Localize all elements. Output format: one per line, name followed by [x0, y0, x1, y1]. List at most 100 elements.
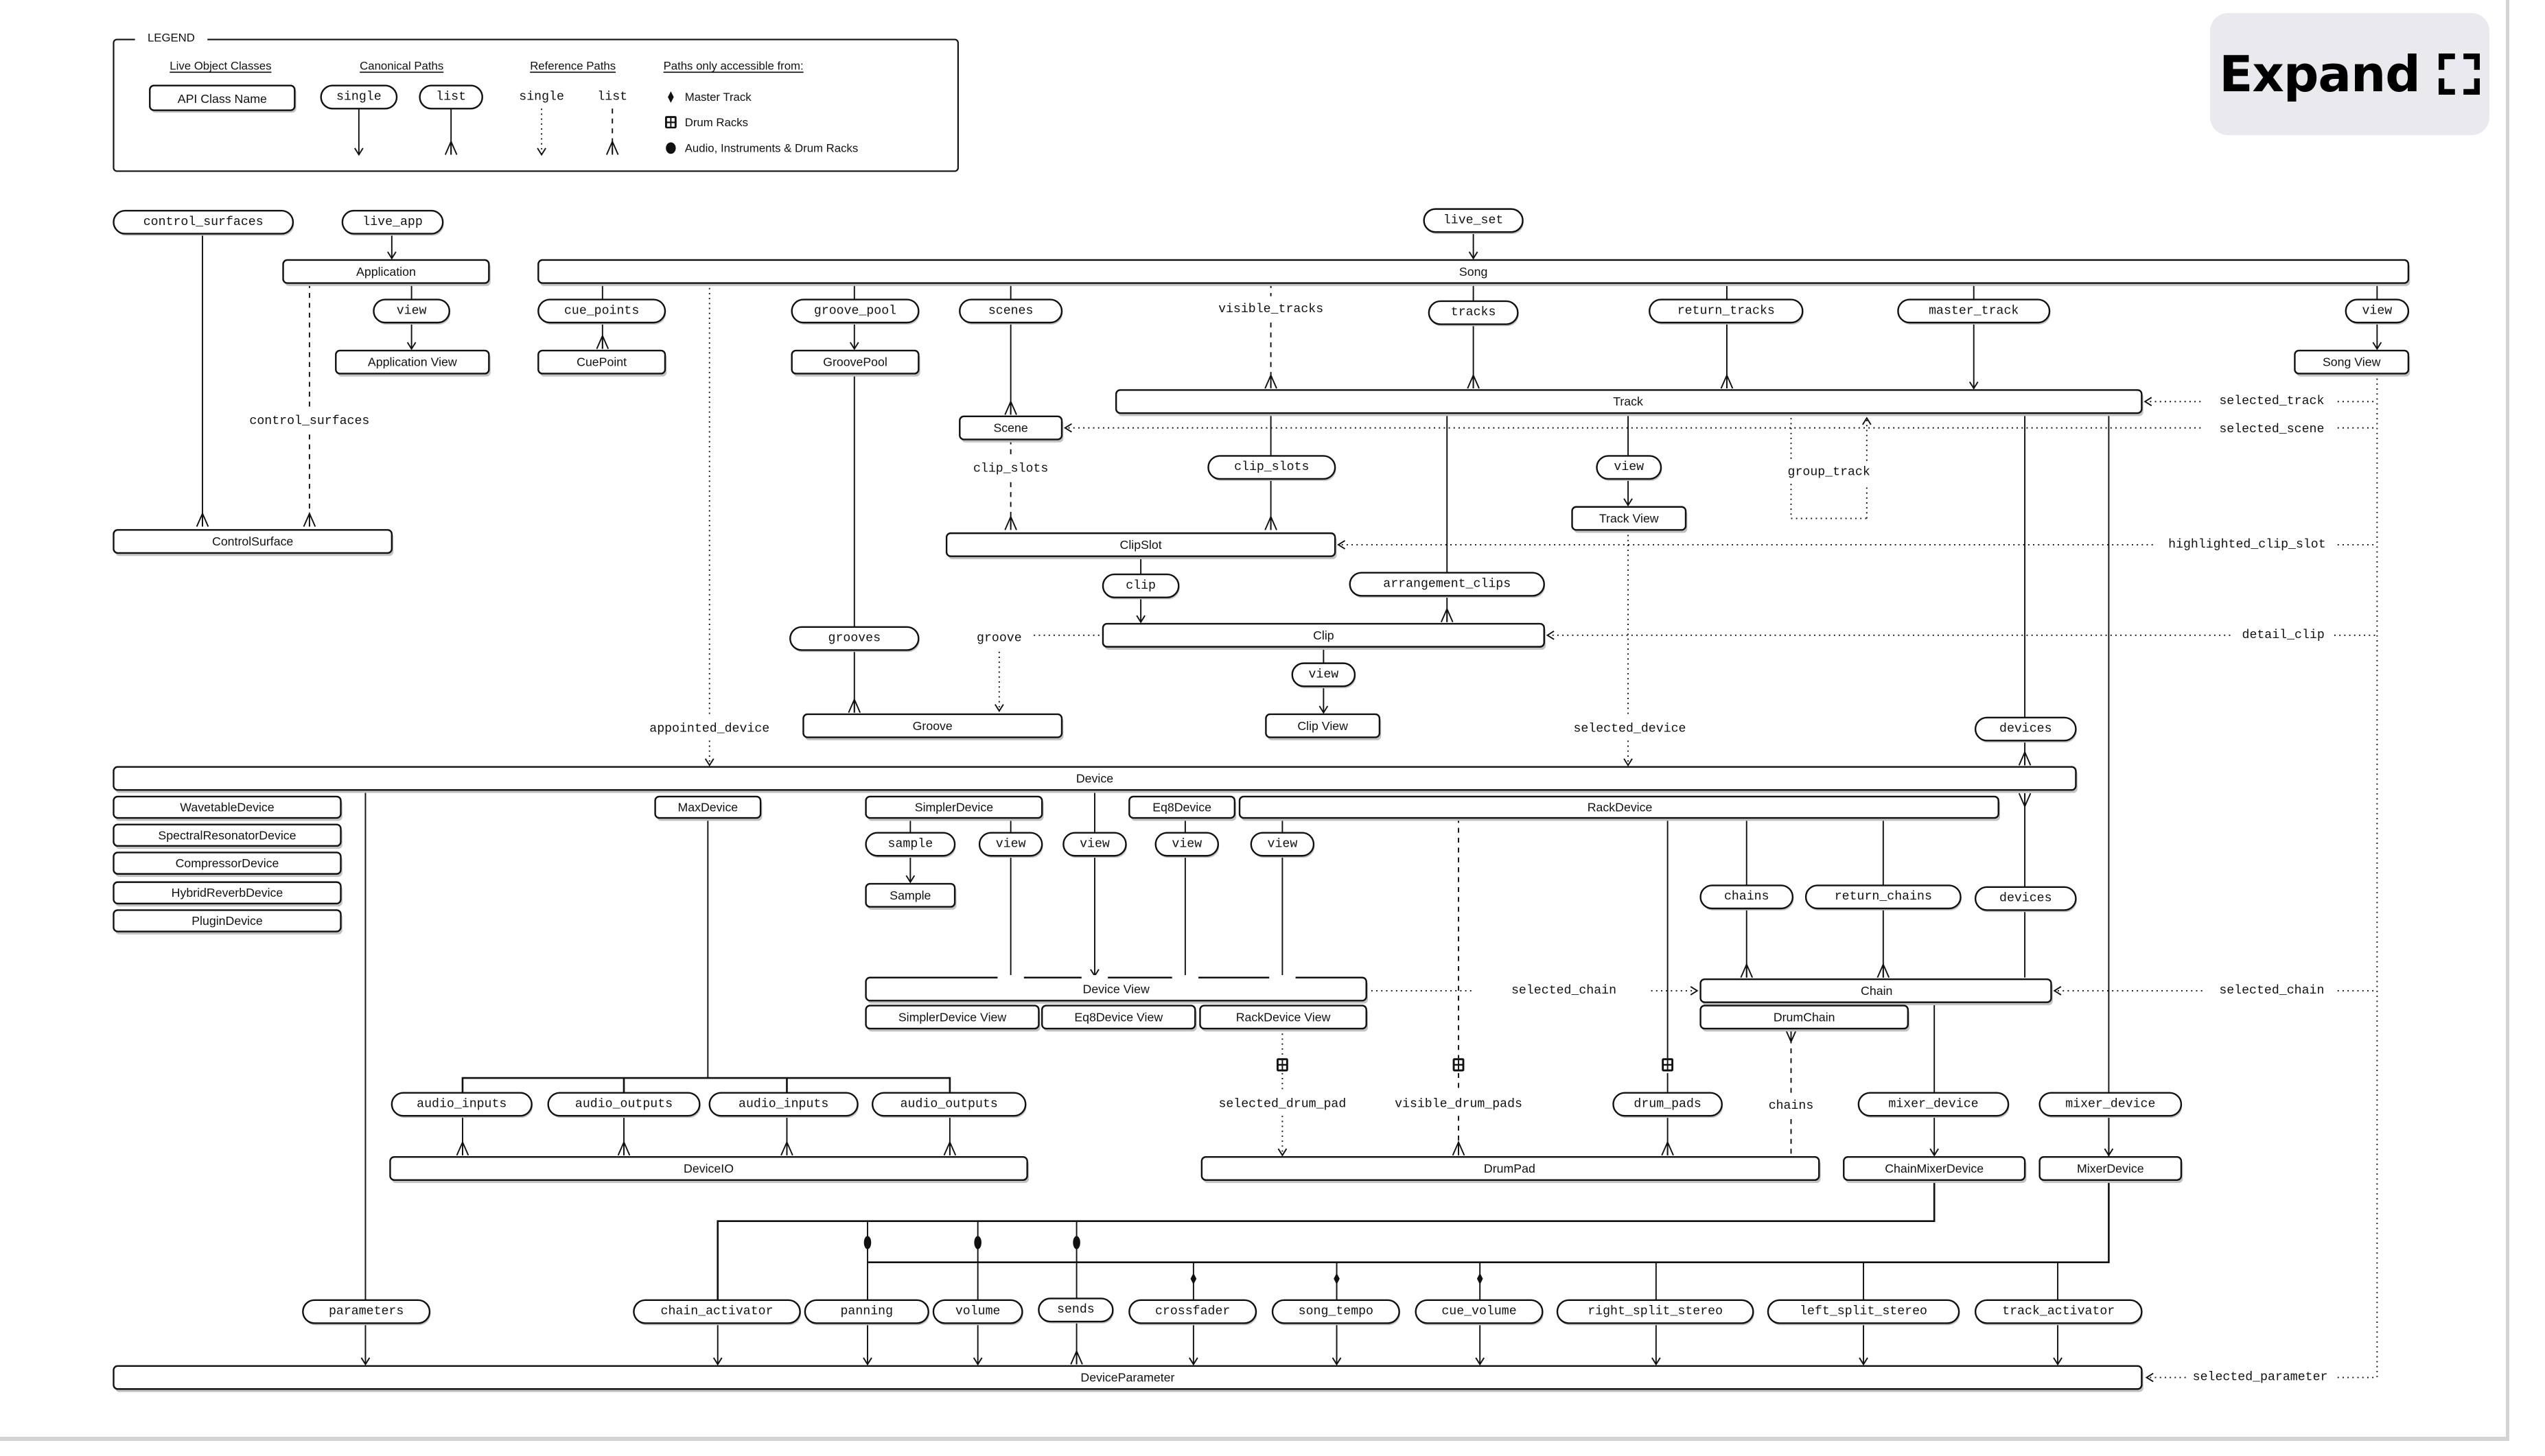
class-clip-slot[interactable]: ClipSlot [945, 532, 1337, 560]
class-label: RackDevice View [1236, 1010, 1331, 1024]
property-master-track[interactable]: master_track [1897, 298, 2051, 325]
property-track-devices[interactable]: devices [1974, 716, 2077, 743]
class-device-view[interactable]: Device View [865, 976, 1369, 1004]
class-device[interactable]: Device [113, 766, 2078, 793]
property-panning[interactable]: panning [804, 1299, 930, 1326]
class-clip-view[interactable]: Clip View [1265, 713, 1382, 740]
arrow-list-icon [1467, 373, 1480, 389]
master-track-diamond-icon [1476, 1273, 1483, 1285]
property-left-split-stereo[interactable]: left_split_stereo [1767, 1299, 1960, 1326]
property-arrangement-clips[interactable]: arrangement_clips [1349, 572, 1546, 598]
class-device-io[interactable]: DeviceIO [389, 1155, 1030, 1184]
property-label: audio_outputs [575, 1097, 673, 1111]
property-sample[interactable]: sample [865, 832, 956, 858]
class-groove-pool[interactable]: GroovePool [791, 349, 920, 377]
property-volume[interactable]: volume [932, 1299, 1023, 1326]
property-live-app[interactable]: live_app [341, 209, 444, 236]
property-rack-view[interactable]: view [1250, 832, 1315, 858]
property-track-clip-slots[interactable]: clip_slots [1207, 455, 1336, 481]
class-application[interactable]: Application [282, 259, 491, 286]
class-plugin-device[interactable]: PluginDevice [113, 909, 342, 935]
property-audio-outputs-1[interactable]: audio_outputs [547, 1092, 701, 1118]
class-drum-chain[interactable]: DrumChain [1699, 1005, 1910, 1032]
class-groove[interactable]: Groove [802, 713, 1064, 740]
property-label: sends [1057, 1303, 1095, 1317]
class-label: Track [1613, 395, 1643, 408]
property-audio-outputs-2[interactable]: audio_outputs [871, 1092, 1027, 1118]
class-wavetable-device[interactable]: WavetableDevice [113, 795, 342, 821]
property-audio-inputs-1[interactable]: audio_inputs [391, 1092, 533, 1118]
class-simpler-device[interactable]: SimplerDevice [865, 795, 1044, 821]
class-song[interactable]: Song [537, 259, 2410, 286]
property-cue-points[interactable]: cue_points [537, 298, 666, 325]
property-drum-pads[interactable]: drum_pads [1612, 1092, 1723, 1118]
class-control-surface[interactable]: ControlSurface [113, 529, 394, 556]
property-crossfader[interactable]: crossfader [1128, 1299, 1257, 1326]
class-song-view[interactable]: Song View [2294, 349, 2410, 377]
property-simpler-view[interactable]: view [978, 832, 1043, 858]
class-label: MaxDevice [677, 800, 738, 814]
class-eq8-device[interactable]: Eq8Device [1128, 795, 1237, 821]
class-cue-point[interactable]: CuePoint [537, 349, 667, 377]
class-label: Eq8Device [1152, 800, 1211, 814]
class-track-view[interactable]: Track View [1571, 506, 1688, 533]
class-label: CompressorDevice [176, 856, 279, 870]
property-chains[interactable]: chains [1699, 884, 1794, 911]
property-track-view[interactable]: view [1596, 455, 1662, 481]
class-compressor-device[interactable]: CompressorDevice [113, 852, 342, 877]
property-control-surfaces[interactable]: control_surfaces [113, 209, 294, 236]
property-scenes[interactable]: scenes [959, 298, 1063, 325]
class-drum-pad[interactable]: DrumPad [1200, 1155, 1821, 1184]
class-application-view[interactable]: Application View [335, 349, 491, 377]
class-label: ControlSurface [212, 535, 293, 548]
class-chain[interactable]: Chain [1699, 978, 2053, 1006]
property-return-tracks[interactable]: return_tracks [1649, 298, 1804, 325]
class-track[interactable]: Track [1115, 389, 2143, 416]
class-device-parameter[interactable]: DeviceParameter [113, 1365, 2143, 1392]
property-track-activator[interactable]: track_activator [1974, 1299, 2143, 1326]
property-label: groove_pool [814, 304, 896, 318]
property-chain-devices[interactable]: devices [1974, 886, 2077, 913]
arrow-list-icon [1070, 1349, 1083, 1365]
property-sends[interactable]: sends [1038, 1298, 1114, 1324]
property-eq8-view[interactable]: view [1154, 832, 1220, 858]
property-groove-pool[interactable]: groove_pool [791, 298, 920, 325]
property-app-view[interactable]: view [373, 298, 451, 325]
class-label: ChainMixerDevice [1885, 1162, 1984, 1175]
property-parameters[interactable]: parameters [302, 1299, 431, 1326]
property-device-view[interactable]: view [1062, 832, 1127, 858]
class-spectral-resonator-device[interactable]: SpectralResonatorDevice [113, 823, 342, 849]
property-song-tempo[interactable]: song_tempo [1271, 1299, 1401, 1326]
property-live-set[interactable]: live_set [1423, 208, 1524, 235]
class-hybrid-reverb-device[interactable]: HybridReverbDevice [113, 881, 342, 907]
class-simpler-device-view[interactable]: SimplerDevice View [865, 1005, 1041, 1032]
arrow-list-icon [1440, 607, 1454, 623]
class-eq8-device-view[interactable]: Eq8Device View [1041, 1005, 1197, 1032]
class-rack-device-view[interactable]: RackDevice View [1199, 1005, 1369, 1032]
property-clip[interactable]: clip [1102, 573, 1180, 600]
property-track-mixer-device[interactable]: mixer_device [2038, 1092, 2183, 1118]
property-return-chains[interactable]: return_chains [1804, 884, 1962, 911]
property-tracks[interactable]: tracks [1428, 300, 1519, 327]
class-scene[interactable]: Scene [959, 415, 1064, 443]
property-audio-inputs-2[interactable]: audio_inputs [708, 1092, 859, 1118]
class-label: Device View [1083, 983, 1150, 996]
arrow-single-icon [1623, 758, 1633, 767]
property-right-split-stereo[interactable]: right_split_stereo [1556, 1299, 1754, 1326]
property-chain-activator[interactable]: chain_activator [633, 1299, 802, 1326]
arrow-list-icon [848, 697, 861, 713]
property-cue-volume[interactable]: cue_volume [1415, 1299, 1544, 1326]
expand-button[interactable]: Expand [2210, 13, 2489, 135]
class-mixer-device[interactable]: MixerDevice [2038, 1155, 2183, 1184]
class-max-device[interactable]: MaxDevice [654, 795, 763, 821]
legend-heading-access: Paths only accessible from: [664, 59, 804, 72]
property-song-view[interactable]: view [2345, 298, 2410, 325]
property-clip-view[interactable]: view [1291, 662, 1356, 689]
property-grooves[interactable]: grooves [789, 626, 920, 653]
class-sample[interactable]: Sample [865, 882, 957, 910]
property-chain-mixer-device[interactable]: mixer_device [1857, 1092, 2010, 1118]
class-clip[interactable]: Clip [1102, 622, 1546, 650]
class-chain-mixer-device[interactable]: ChainMixerDevice [1843, 1155, 2027, 1184]
drum-rack-grid-icon [1276, 1058, 1288, 1072]
class-rack-device[interactable]: RackDevice [1238, 795, 2001, 821]
